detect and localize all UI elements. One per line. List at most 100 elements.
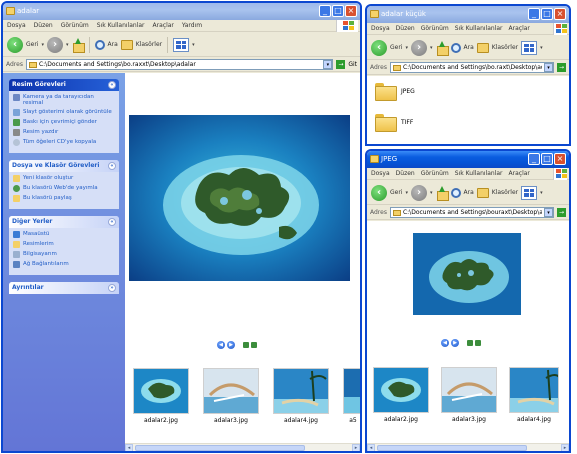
address-input[interactable]: C:\Documents and Settings\bouraxt\Deskto…: [389, 207, 554, 218]
thumbnail[interactable]: adalar2.jpg: [133, 368, 189, 424]
task-item-label[interactable]: Ağ Bağlantılarım: [23, 261, 69, 267]
horizontal-scrollbar[interactable]: ◂ ▸: [367, 443, 569, 451]
chevron-down-icon[interactable]: ▾: [430, 45, 433, 51]
views-icon[interactable]: [521, 40, 538, 55]
folder-up-icon[interactable]: [436, 185, 449, 201]
forward-arrow-icon[interactable]: ›: [411, 184, 427, 201]
chevron-down-icon[interactable]: ▾: [540, 45, 543, 51]
forward-arrow-icon[interactable]: ›: [411, 39, 427, 56]
next-image-icon[interactable]: ▶: [451, 339, 459, 347]
maximize-button[interactable]: □: [332, 5, 344, 17]
folder-item-jpeg[interactable]: JPEG: [375, 83, 415, 101]
menu-file[interactable]: Dosya: [371, 168, 390, 179]
task-item-label[interactable]: Baskı için çevrimiçi gönder: [23, 119, 97, 125]
minimize-button[interactable]: _: [528, 8, 540, 20]
folder-up-icon[interactable]: [436, 40, 449, 56]
task-item-label[interactable]: Tüm öğeleri CD'ye kopyala: [23, 139, 96, 145]
back-arrow-icon[interactable]: ‹: [371, 184, 387, 201]
task-item[interactable]: Bilgisayarım: [13, 251, 115, 258]
menu-file[interactable]: Dosya: [7, 20, 26, 31]
address-value[interactable]: C:\Documents and Settings\bouraxt\Deskto…: [403, 209, 542, 216]
thumbnail[interactable]: adalar3.jpg: [203, 368, 259, 424]
thumbnail[interactable]: adalar4.jpg: [509, 367, 559, 423]
task-item-label[interactable]: Yeni klasör oluştur: [23, 175, 73, 181]
search-button-label[interactable]: Ara: [108, 41, 118, 48]
menu-tools[interactable]: Araçlar: [509, 168, 530, 179]
task-item[interactable]: Tüm öğeleri CD'ye kopyala: [13, 139, 115, 146]
chevron-down-icon[interactable]: ▾: [41, 42, 44, 48]
folders-icon[interactable]: [120, 39, 133, 50]
scroll-thumb[interactable]: [135, 445, 305, 451]
minimize-button[interactable]: _: [319, 5, 331, 17]
task-group-header[interactable]: Diğer Yerler «: [9, 216, 119, 228]
maximize-button[interactable]: □: [541, 8, 553, 20]
folder-name[interactable]: TIFF: [401, 119, 413, 126]
horizontal-scrollbar[interactable]: ◂ ▸: [125, 443, 360, 451]
scroll-left-icon[interactable]: ◂: [125, 444, 133, 451]
thumbnail[interactable]: adalar4.jpg: [273, 368, 329, 424]
task-item[interactable]: Bu klasörü paylaş: [13, 195, 115, 202]
thumbnail[interactable]: a5: [343, 368, 360, 424]
task-item[interactable]: Masaüstü: [13, 231, 115, 238]
task-item-label[interactable]: Bu klasörü paylaş: [23, 195, 72, 201]
task-item-label[interactable]: Bilgisayarım: [23, 251, 57, 257]
address-input[interactable]: C:\Documents and Settings\bo.raxt\Deskto…: [389, 62, 554, 73]
task-item[interactable]: Bu klasörü Web'de yayımla: [13, 185, 115, 192]
task-item-label[interactable]: Resimlerim: [23, 241, 54, 247]
preview-image[interactable]: [129, 115, 350, 281]
task-item-label[interactable]: Masaüstü: [23, 231, 49, 237]
rotate-counterclockwise-icon[interactable]: [475, 340, 481, 346]
search-icon[interactable]: [450, 42, 461, 53]
task-item-label[interactable]: Resim yazdır: [23, 129, 58, 135]
address-value[interactable]: C:\Documents and Settings\bo.raxxt\Deskt…: [39, 61, 321, 68]
task-item[interactable]: Ağ Bağlantılarım: [13, 261, 115, 268]
chevron-down-icon[interactable]: ▾: [544, 208, 553, 217]
folder-item-tiff[interactable]: TIFF: [375, 114, 413, 132]
chevron-down-icon[interactable]: ▾: [544, 63, 553, 72]
search-icon[interactable]: [450, 187, 461, 198]
expand-icon[interactable]: »: [108, 284, 116, 292]
collapse-icon[interactable]: «: [108, 162, 116, 170]
task-group-header[interactable]: Ayrıntılar »: [9, 282, 119, 294]
task-item[interactable]: Slayt gösterimi olarak görüntüle: [13, 109, 115, 116]
folder-up-icon[interactable]: [72, 37, 85, 53]
chevron-down-icon[interactable]: ▾: [405, 190, 408, 196]
chevron-down-icon[interactable]: ▾: [192, 42, 195, 48]
rotate-clockwise-icon[interactable]: [243, 342, 249, 348]
task-item-label[interactable]: Slayt gösterimi olarak görüntüle: [23, 109, 112, 115]
go-arrow-icon[interactable]: →: [557, 208, 566, 217]
close-button[interactable]: ×: [554, 153, 566, 165]
folders-icon[interactable]: [476, 42, 489, 53]
back-button-label[interactable]: Geri: [390, 189, 402, 196]
jpeg-titlebar[interactable]: JPEG _ □ ×: [367, 151, 569, 168]
menu-help[interactable]: Yardım: [182, 20, 202, 31]
back-arrow-icon[interactable]: ‹: [371, 39, 387, 56]
task-item[interactable]: Yeni klasör oluştur: [13, 175, 115, 182]
search-button-label[interactable]: Ara: [464, 44, 474, 51]
chevron-down-icon[interactable]: ▾: [405, 45, 408, 51]
address-value[interactable]: C:\Documents and Settings\bo.raxt\Deskto…: [403, 64, 542, 71]
chevron-down-icon[interactable]: ▾: [430, 190, 433, 196]
scroll-right-icon[interactable]: ▸: [561, 444, 569, 451]
previous-image-icon[interactable]: ◀: [441, 339, 449, 347]
task-item[interactable]: Resimlerim: [13, 241, 115, 248]
views-icon[interactable]: [173, 37, 190, 52]
rotate-counterclockwise-icon[interactable]: [251, 342, 257, 348]
scroll-thumb[interactable]: [377, 445, 527, 451]
menu-favorites[interactable]: Sık Kullanılanlar: [97, 20, 145, 31]
minimize-button[interactable]: _: [528, 153, 540, 165]
menu-file[interactable]: Dosya: [371, 23, 390, 34]
collapse-icon[interactable]: «: [108, 218, 116, 226]
menu-edit[interactable]: Düzen: [34, 20, 53, 31]
previous-image-icon[interactable]: ◀: [217, 341, 225, 349]
go-arrow-icon[interactable]: →: [336, 60, 346, 69]
close-button[interactable]: ×: [345, 5, 357, 17]
forward-arrow-icon[interactable]: ›: [47, 36, 63, 53]
folders-icon[interactable]: [476, 187, 489, 198]
small-titlebar[interactable]: adalar küçük _ □ ×: [367, 6, 569, 23]
views-icon[interactable]: [521, 185, 538, 200]
menu-view[interactable]: Görünüm: [421, 168, 449, 179]
thumbnail[interactable]: adalar3.jpg: [441, 367, 497, 423]
chevron-down-icon[interactable]: ▾: [323, 60, 333, 69]
menu-view[interactable]: Görünüm: [421, 23, 449, 34]
